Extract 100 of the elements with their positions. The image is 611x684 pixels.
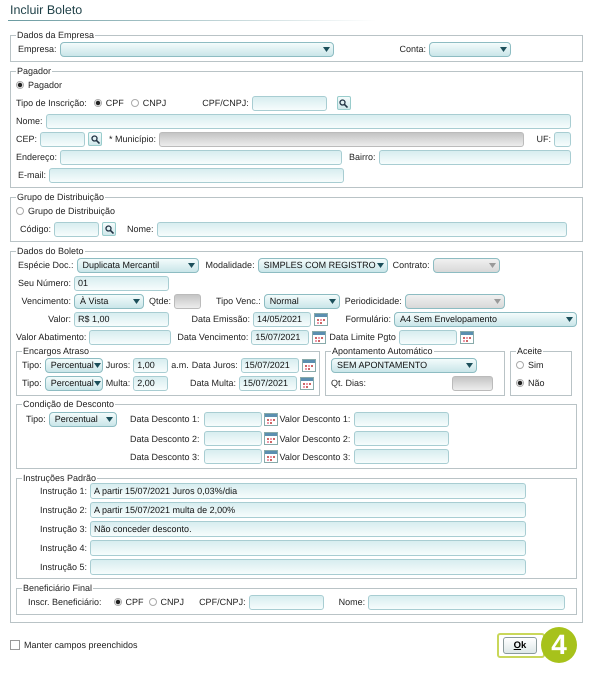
field-label: Instrução 3: [38,524,87,534]
text-field[interactable] [252,96,327,110]
text-field[interactable]: A partir 15/07/2021 Juros 0,03%/dia [90,483,526,499]
field-label: Tipo de Inscrição: [16,98,87,108]
field-label: Tipo: [22,360,42,370]
text-field[interactable]: 2,00 [133,376,168,390]
text-field[interactable] [204,412,262,426]
radio-button[interactable]: Pagador [16,80,62,90]
dropdown[interactable]: SIMPLES COM REGISTRO [258,258,388,272]
field-label: Instrução 1: [38,486,87,496]
dropdown[interactable] [429,42,512,56]
calendar-icon[interactable] [460,330,474,344]
text-field[interactable] [378,150,571,164]
caret-icon [322,46,330,52]
calendar-icon[interactable] [264,432,278,445]
field-label: Espécie Doc.: [18,260,74,270]
field-label: CPF/CNPJ: [202,98,249,108]
field-label: Instrução 4: [38,543,87,553]
text-field[interactable]: 1,00 [133,358,168,372]
text-field[interactable] [204,449,262,464]
field-label: Valor Abatimento: [16,332,86,342]
dropdown[interactable]: À Vista [74,294,144,308]
search-button[interactable] [88,132,102,146]
field-label: Data Emissão: [190,314,250,324]
text-field[interactable] [90,540,526,556]
dropdown[interactable]: Duplicata Mercantil [76,258,199,272]
text-field[interactable] [60,150,342,164]
text-field[interactable] [204,431,262,446]
field-label: Código: [20,224,52,234]
section-legend: Beneficiário Final [22,583,94,593]
dropdown[interactable]: SEM APONTAMENTO [331,358,477,372]
search-button[interactable] [102,222,116,236]
calendar-icon[interactable] [312,330,326,344]
field-label: Nome: [16,116,43,126]
checkbox[interactable] [10,640,20,650]
text-field[interactable]: 01 [74,276,169,290]
field-label: Valor: [47,314,71,324]
dropdown[interactable]: A4 Sem Envelopamento [394,312,577,326]
text-field[interactable]: Não conceder desconto. [90,521,526,537]
text-field[interactable] [354,431,450,446]
text-field[interactable] [156,222,567,236]
ok-button[interactable]: Ok [503,636,537,654]
dropdown[interactable]: Percentual [48,412,117,426]
search-button[interactable] [336,96,351,110]
radio-button[interactable]: Grupo de Distribuição [16,206,116,216]
field-label: * Município: [109,134,156,144]
calendar-icon[interactable] [302,358,316,372]
text-field[interactable] [248,594,324,610]
text-field[interactable] [54,222,100,236]
text-field[interactable] [554,132,571,146]
radio-button[interactable]: CPF [94,98,124,108]
text-field[interactable] [46,114,571,128]
caret-icon [188,262,195,268]
radio-button[interactable]: CNPJ [148,597,184,607]
text-field[interactable] [354,412,450,426]
text-field[interactable]: 14/05/2021 [253,312,311,326]
dropdown[interactable]: Normal [264,294,340,308]
caret-icon [376,262,384,268]
text-field[interactable] [398,330,457,344]
calendar-icon[interactable] [264,450,278,463]
field-label: Tipo Venc.: [216,296,261,306]
radio-button[interactable]: Não [516,378,545,388]
dropdown[interactable]: Percentual [44,376,103,390]
field-label: Data Desconto 2: [130,434,201,444]
text-field[interactable] [49,168,344,182]
field-label: Bairro: [349,152,376,162]
calendar-icon[interactable] [264,412,278,426]
unit-label: a.m. [171,360,189,370]
text-field[interactable]: 15/07/2021 [240,358,299,372]
field-label: Data Limite Pgto [329,332,396,342]
checkbox-label: Manter campos preenchidos [24,640,138,650]
text-field[interactable] [40,132,86,146]
radio-button[interactable]: CNPJ [130,98,166,108]
dropdown[interactable] [60,42,334,56]
section-legend: Dados da Empresa [16,30,96,40]
caret-icon [94,362,101,368]
section-legend: Condição de Desconto [22,399,116,409]
field-label: Tipo: [26,414,46,424]
text-field[interactable]: 15/07/2021 [251,330,310,344]
calendar-icon[interactable] [314,312,328,326]
radio-button[interactable]: CPF [114,597,144,607]
field-label: Vencimento: [20,296,71,306]
text-field[interactable] [90,559,526,575]
radio-button[interactable]: Sim [516,360,544,370]
field-label: E-mail: [18,170,46,180]
text-field[interactable]: A partir 15/07/2021 multa de 2,00% [90,502,526,518]
text-field[interactable] [89,330,172,344]
section-legend: Pagador [16,66,52,76]
text-field[interactable]: R$ 1,00 [74,312,169,326]
caret-icon [566,316,573,322]
field-label: Inscr. Beneficiário: [28,597,102,607]
section-legend: Aceite [516,346,544,356]
field-label: CEP: [16,134,38,144]
text-field[interactable]: 15/07/2021 [239,376,297,390]
text-field[interactable] [354,449,450,464]
dropdown[interactable]: Percentual [44,358,103,372]
calendar-icon[interactable] [300,376,314,390]
field-label: Valor Desconto 2: [280,434,352,444]
field-label: Contrato: [392,260,430,270]
text-field[interactable] [368,594,565,610]
